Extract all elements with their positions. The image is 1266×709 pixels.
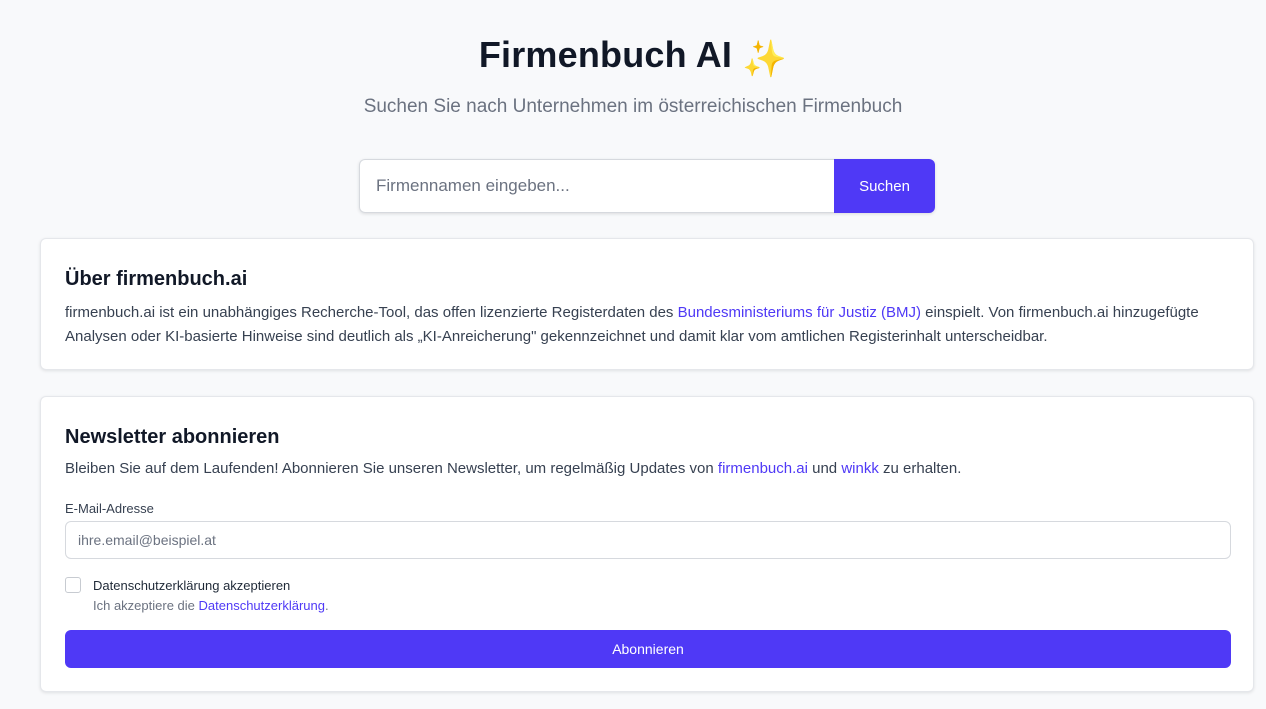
subscribe-button[interactable]: Abonnieren <box>65 630 1231 668</box>
about-text: firmenbuch.ai ist ein unabhängiges Reche… <box>65 301 1235 349</box>
newsletter-title: Newsletter abonnieren <box>65 426 280 448</box>
newsletter-intro-middle: und <box>807 460 842 477</box>
search-bar: Suchen <box>359 159 935 213</box>
privacy-consent-help: Ich akzeptiere die Datenschutzerklärung. <box>93 598 329 613</box>
email-label: E-Mail-Adresse <box>65 501 154 516</box>
consent-help-start: Ich akzeptiere die <box>93 598 199 613</box>
search-button[interactable]: Suchen <box>834 159 935 213</box>
about-title: Über firmenbuch.ai <box>65 268 248 290</box>
page-title-text: Firmenbuch AI <box>478 34 733 75</box>
newsletter-intro: Bleiben Sie auf dem Laufenden! Abonniere… <box>65 460 961 477</box>
newsletter-card: Newsletter abonnieren Bleiben Sie auf de… <box>40 396 1254 692</box>
page-title: Firmenbuch AI ✨ <box>0 34 1266 80</box>
privacy-consent-label[interactable]: Datenschutzerklärung akzeptieren <box>93 578 290 593</box>
firmenbuch-link[interactable]: firmenbuch.ai <box>718 460 808 477</box>
about-card: Über firmenbuch.ai firmenbuch.ai ist ein… <box>40 238 1254 370</box>
search-input[interactable] <box>359 159 834 213</box>
newsletter-intro-end: zu erhalten. <box>878 460 962 477</box>
about-text-start: firmenbuch.ai ist ein unabhängiges Reche… <box>65 304 678 321</box>
privacy-consent-checkbox[interactable] <box>65 577 81 593</box>
page: Firmenbuch AI ✨ Suchen Sie nach Unternehm… <box>0 0 1266 709</box>
page-subtitle: Suchen Sie nach Unternehmen im österreic… <box>363 96 903 117</box>
email-field[interactable] <box>65 521 1231 559</box>
bmj-link[interactable]: Bundesministeriums für Justiz (BMJ) <box>678 304 921 321</box>
sparkles-icon: ✨ <box>742 38 788 79</box>
consent-help-end: . <box>324 598 329 613</box>
newsletter-intro-start: Bleiben Sie auf dem Laufenden! Abonniere… <box>65 460 718 477</box>
privacy-policy-link[interactable]: Datenschutzerklärung <box>199 598 325 613</box>
winkk-link[interactable]: winkk <box>841 460 879 477</box>
